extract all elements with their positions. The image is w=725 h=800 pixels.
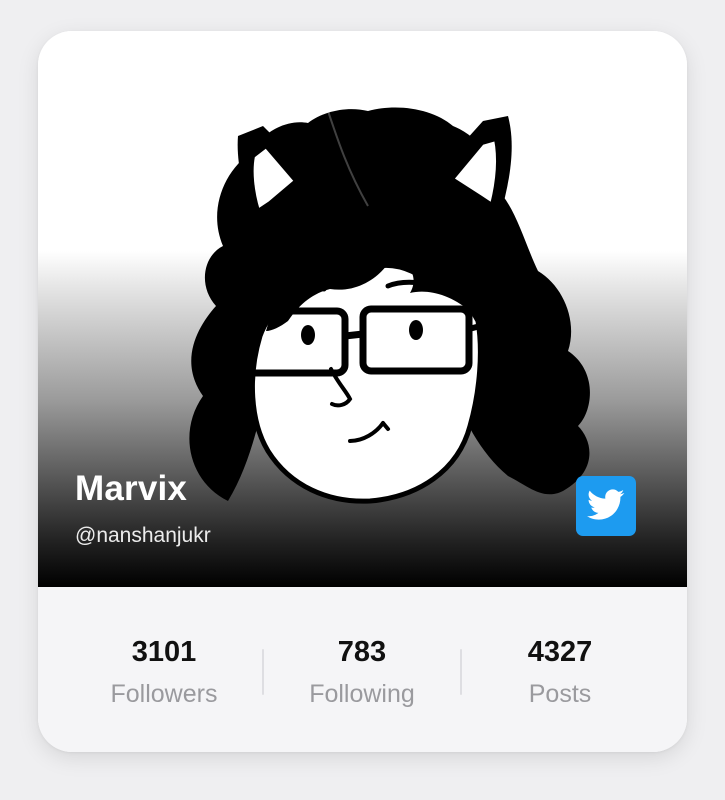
posts-label: Posts (528, 680, 592, 708)
twitter-link-button[interactable] (576, 476, 636, 536)
followers-count: 3101 (131, 636, 197, 668)
stat-posts[interactable]: 4327 Posts (460, 635, 660, 709)
following-count: 783 (337, 636, 387, 668)
twitter-bird-icon (587, 489, 625, 520)
profile-hero: Marvix @nanshanjukr (38, 31, 687, 587)
profile-handle[interactable]: @nanshanjukr (75, 524, 211, 548)
profile-name: Marvix (75, 469, 188, 508)
stats-bar: 3101 Followers 783 Following 4327 Posts (38, 587, 687, 752)
followers-label: Followers (110, 680, 218, 708)
profile-card: Marvix @nanshanjukr 3101 Followers 783 F… (38, 31, 687, 752)
stat-following[interactable]: 783 Following (262, 635, 462, 709)
posts-count: 4327 (527, 636, 593, 668)
following-label: Following (309, 680, 415, 708)
stat-followers[interactable]: 3101 Followers (64, 635, 264, 709)
